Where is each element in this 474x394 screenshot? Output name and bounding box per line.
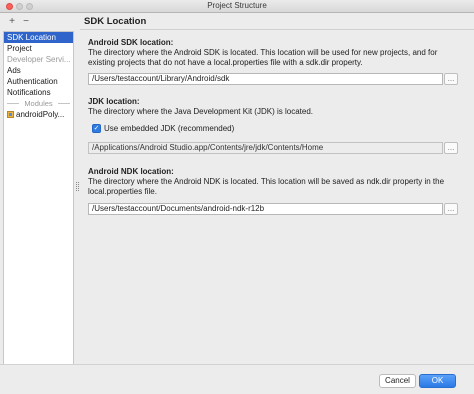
remove-icon[interactable]: −: [22, 16, 30, 28]
heading-divider: [80, 29, 474, 30]
sidebar-group-developer-services: Developer Servi...: [7, 55, 71, 64]
page-title: SDK Location: [84, 16, 147, 27]
sidebar-item-notifications[interactable]: Notifications: [4, 87, 73, 98]
android-sdk-title: Android SDK location:: [88, 38, 174, 47]
sidebar-item-ads[interactable]: Ads: [4, 65, 73, 76]
android-ndk-browse-button[interactable]: ...: [444, 203, 458, 215]
android-sdk-browse-button[interactable]: ...: [444, 73, 458, 85]
module-icon: [7, 111, 14, 118]
embedded-jdk-label[interactable]: Use embedded JDK (recommended): [104, 124, 234, 133]
sidebar-modules-separator: Modules: [4, 98, 73, 109]
sidebar-item-sdk-location[interactable]: SDK Location: [4, 32, 73, 43]
android-ndk-description: The directory where the Android NDK is l…: [88, 177, 445, 196]
sidebar-item-authentication[interactable]: Authentication: [4, 76, 73, 87]
window-title: Project Structure: [207, 1, 267, 10]
android-sdk-path-field[interactable]: /Users/testaccount/Library/Android/sdk: [88, 73, 443, 85]
android-ndk-title: Android NDK location:: [88, 167, 174, 176]
sidebar-toolbar: + −: [0, 14, 74, 31]
module-label: androidPoly...: [16, 110, 65, 119]
dialog-button-bar: Cancel OK: [0, 364, 474, 394]
cancel-button[interactable]: Cancel: [379, 374, 416, 388]
main-content: SDK Location Android SDK location: The d…: [80, 14, 474, 364]
sidebar: + − SDK Location Project Developer Servi…: [0, 14, 74, 375]
add-icon[interactable]: +: [8, 16, 16, 28]
sidebar-list: SDK Location Project Developer Servi... …: [3, 31, 74, 375]
android-ndk-path-field[interactable]: /Users/testaccount/Documents/android-ndk…: [88, 203, 443, 215]
sidebar-item-project[interactable]: Project: [4, 43, 73, 54]
jdk-path-field: /Applications/Android Studio.app/Content…: [88, 142, 443, 154]
sidebar-item-module[interactable]: androidPoly...: [4, 109, 73, 120]
android-sdk-description: The directory where the Android SDK is l…: [88, 48, 438, 67]
embedded-jdk-checkbox[interactable]: ✓: [92, 124, 101, 133]
splitter-handle[interactable]: [76, 182, 79, 191]
title-bar: Project Structure: [0, 0, 474, 13]
jdk-browse-button: ...: [444, 142, 458, 154]
jdk-title: JDK location:: [88, 97, 140, 106]
ok-button[interactable]: OK: [419, 374, 456, 388]
jdk-description: The directory where the Java Development…: [88, 107, 313, 116]
